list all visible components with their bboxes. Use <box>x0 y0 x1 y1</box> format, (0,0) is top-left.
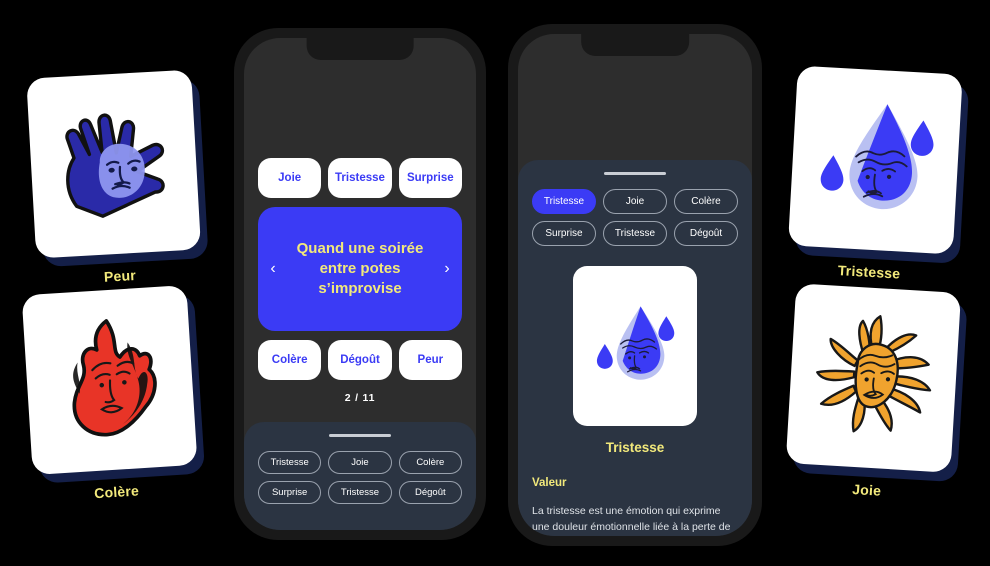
phone-notch <box>306 38 414 60</box>
answer-button[interactable]: Surprise <box>398 158 462 198</box>
emotion-chip[interactable]: Surprise <box>532 220 596 246</box>
emotion-chip[interactable]: Dégoût <box>674 220 738 246</box>
teardrop-face-icon <box>820 103 934 209</box>
question-text: Quand une soirée entre potes s’improvise <box>296 240 424 297</box>
emotion-card-colere[interactable]: Colère <box>21 285 200 505</box>
answer-button[interactable]: Peur <box>398 340 462 380</box>
teardrop-face-icon <box>597 305 675 380</box>
answer-button[interactable]: Dégoût <box>328 340 392 380</box>
emotion-chip[interactable]: Dégoût <box>398 480 462 504</box>
page-counter: 2 / 11 <box>344 392 376 404</box>
emotion-card-joie[interactable]: Joie <box>784 283 962 502</box>
emotion-chip[interactable]: Colère <box>674 188 738 214</box>
emotion-chip-list: Tristesse Joie Colère Surprise Tristesse… <box>532 188 738 246</box>
emotion-chip-list: Tristesse Joie Colère Surprise Tristesse… <box>258 450 462 504</box>
app-showcase: Peur Colère Tristesse Joie Joie Tristess… <box>0 0 990 566</box>
section-label-valeur: Valeur <box>532 476 567 489</box>
emotion-chip[interactable]: Tristesse <box>603 220 667 246</box>
chevron-left-icon[interactable]: ‹ <box>264 257 282 281</box>
phone-screen: Joie Tristesse Surprise ‹ Quand une soir… <box>244 38 476 530</box>
detail-sheet: Tristesse Joie Colère Surprise Tristesse… <box>518 160 752 536</box>
phone-screen: Tristesse Joie Colère Surprise Tristesse… <box>518 34 752 536</box>
phone-notch <box>581 34 689 56</box>
section-body-text: La tristesse est une émotion qui exprime… <box>532 504 731 533</box>
phone-mockup-detail: Tristesse Joie Colère Surprise Tristesse… <box>508 24 762 546</box>
emotion-card-art <box>787 65 963 255</box>
emotion-card-art <box>26 69 202 259</box>
drag-handle[interactable] <box>604 172 666 175</box>
answer-button[interactable]: Joie <box>258 158 322 198</box>
emotion-card-tristesse[interactable]: Tristesse <box>786 65 963 285</box>
emotion-chip[interactable]: Tristesse <box>258 450 322 474</box>
emotion-title: Tristesse <box>605 439 665 455</box>
emotion-chip[interactable]: Joie <box>328 450 392 474</box>
emotion-card-art <box>785 283 962 473</box>
emotion-chip[interactable]: Colère <box>398 450 462 474</box>
emotion-card-label: Tristesse <box>837 262 901 282</box>
phone-mockup-quiz: Joie Tristesse Surprise ‹ Quand une soir… <box>234 28 486 540</box>
hand-face-icon <box>64 113 165 218</box>
quiz-area: Joie Tristesse Surprise ‹ Quand une soir… <box>244 158 476 404</box>
answers-row-top: Joie Tristesse Surprise <box>258 158 462 198</box>
flame-face-icon <box>72 318 157 437</box>
emotion-illustration-card <box>573 265 697 426</box>
chevron-right-icon[interactable]: › <box>438 257 456 281</box>
emotion-card-peur[interactable]: Peur <box>26 69 202 289</box>
bottom-sheet: Tristesse Joie Colère Surprise Tristesse… <box>244 422 476 530</box>
answers-row-bottom: Colère Dégoût Peur <box>258 340 462 380</box>
emotion-chip-selected[interactable]: Tristesse <box>532 188 596 214</box>
emotion-card-art <box>21 285 198 476</box>
sun-face-icon <box>815 314 931 433</box>
emotion-chip[interactable]: Surprise <box>258 480 322 504</box>
drag-handle[interactable] <box>329 434 391 437</box>
answer-button[interactable]: Tristesse <box>328 158 392 198</box>
emotion-chip[interactable]: Tristesse <box>328 480 392 504</box>
emotion-card-label: Colère <box>93 482 140 502</box>
answer-button[interactable]: Colère <box>258 340 322 380</box>
emotion-chip[interactable]: Joie <box>603 188 667 214</box>
emotion-card-label: Joie <box>851 480 882 499</box>
question-card: ‹ Quand une soirée entre potes s’improvi… <box>258 207 462 331</box>
